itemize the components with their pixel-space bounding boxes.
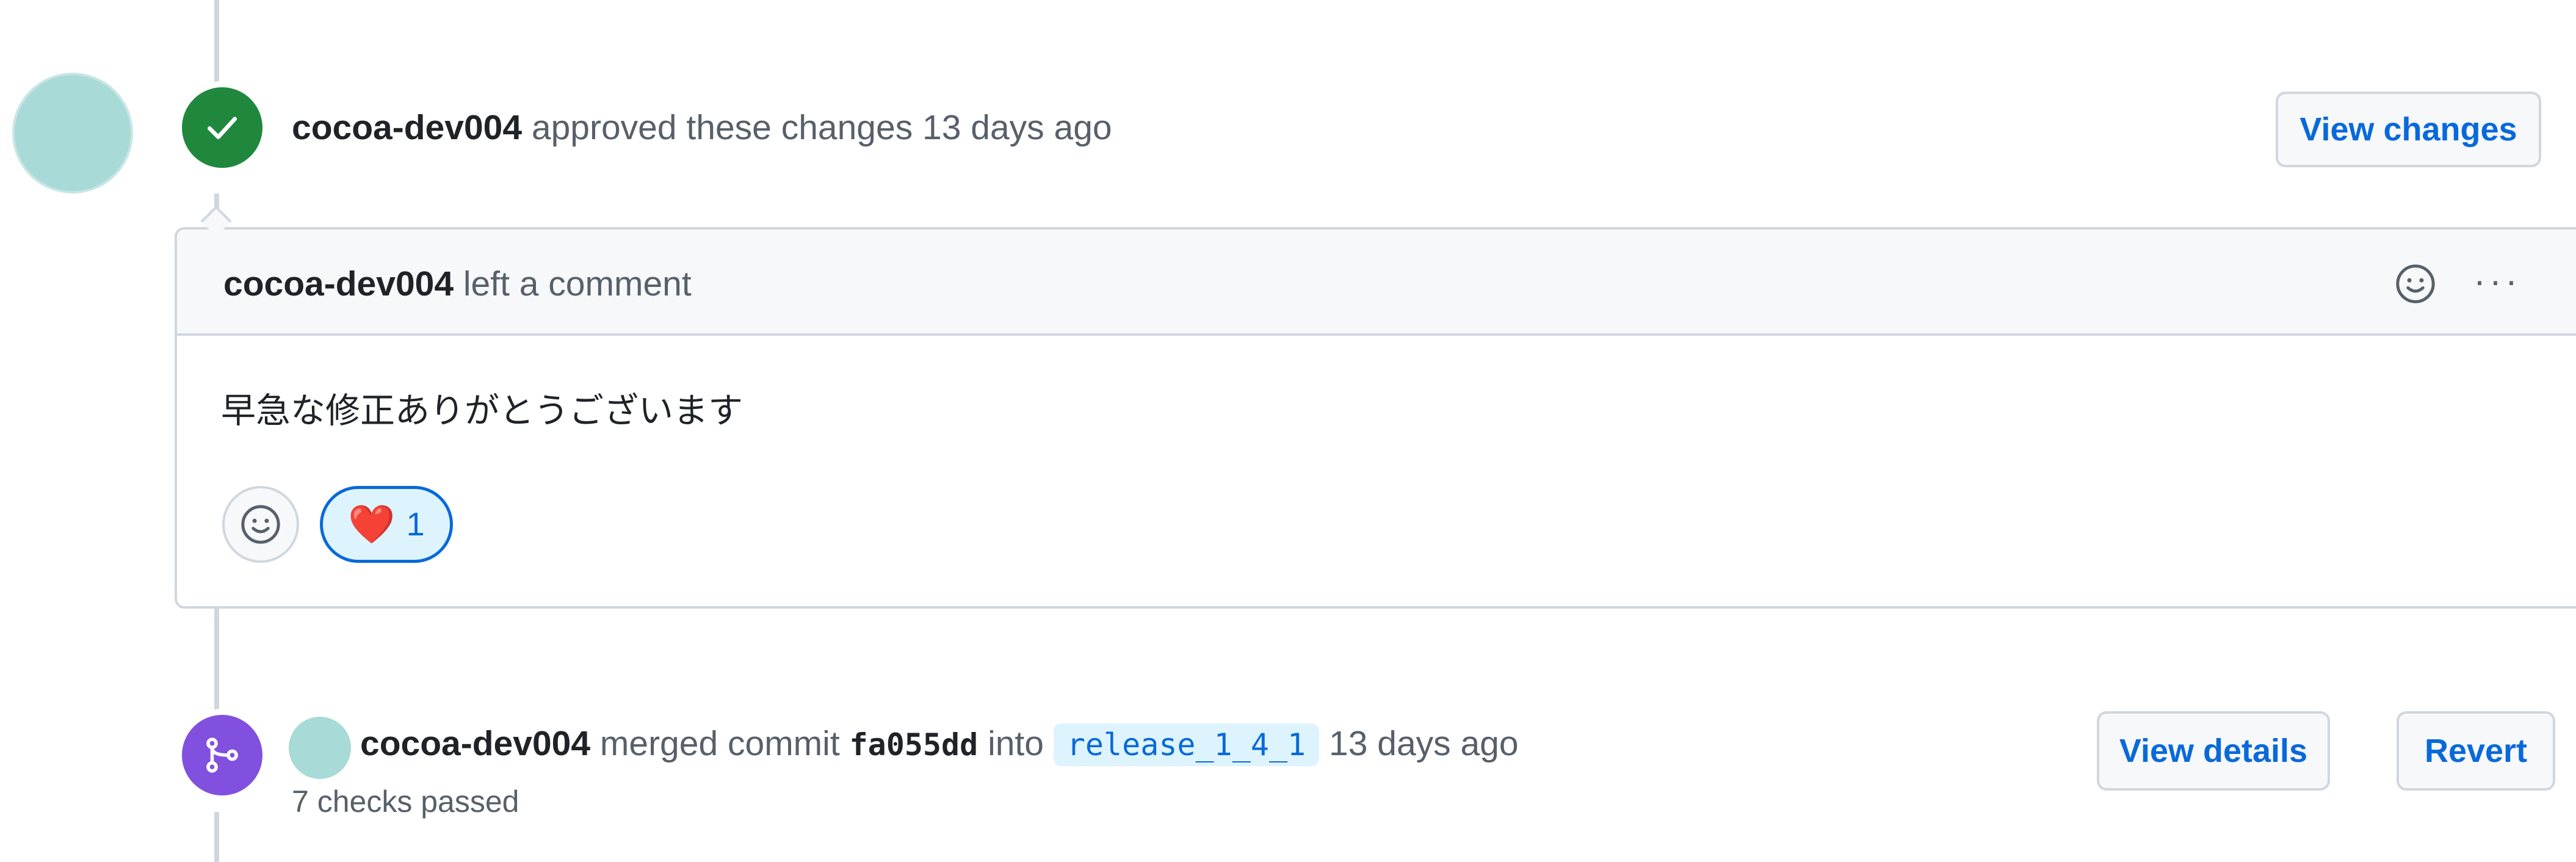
comment-author-link[interactable]: cocoa-dev004 xyxy=(223,264,454,303)
comment-header-label: left a comment xyxy=(463,264,692,303)
comment-header-text: cocoa-dev004 left a comment xyxy=(223,263,692,305)
reviewer-avatar[interactable] xyxy=(12,73,133,194)
smiley-icon xyxy=(2396,264,2435,303)
comment-body: 早急な修正ありがとうございます xyxy=(221,391,743,431)
branch-name[interactable]: release_1_4_1 xyxy=(1053,723,1320,766)
checks-status[interactable]: 7 checks passed xyxy=(292,782,519,821)
reaction-count: 1 xyxy=(406,506,425,543)
add-reaction-header-button[interactable] xyxy=(2394,263,2437,308)
smiley-icon xyxy=(241,505,280,544)
into-text: into xyxy=(988,724,1044,763)
merge-event-text: cocoa-dev004 merged commit fa055dd into … xyxy=(360,722,1519,766)
merged-text: merged commit xyxy=(599,724,840,763)
approved-badge xyxy=(176,81,269,174)
approval-time[interactable]: 13 days ago xyxy=(922,108,1112,147)
merger-avatar[interactable] xyxy=(289,717,351,779)
approval-action-text: approved these changes xyxy=(531,108,913,147)
kebab-horizontal-icon[interactable]: ··· xyxy=(2473,259,2521,302)
git-merge-icon xyxy=(206,737,238,773)
merge-author-link[interactable]: cocoa-dev004 xyxy=(360,724,590,763)
heart-reaction-button[interactable]: ❤️ 1 xyxy=(320,486,453,563)
revert-button[interactable]: Revert xyxy=(2397,711,2555,791)
approval-event-text: cocoa-dev004 approved these changes 13 d… xyxy=(292,106,1112,149)
approval-author-link[interactable]: cocoa-dev004 xyxy=(292,108,522,147)
view-details-button[interactable]: View details xyxy=(2097,711,2330,791)
merge-time[interactable]: 13 days ago xyxy=(1329,724,1519,763)
timeline-line xyxy=(214,812,219,862)
merged-badge xyxy=(176,709,269,802)
add-reaction-button[interactable] xyxy=(222,486,299,563)
timeline-line xyxy=(214,606,219,713)
view-changes-button[interactable]: View changes xyxy=(2276,92,2541,167)
commit-sha-link[interactable]: fa055dd xyxy=(850,727,979,762)
check-icon xyxy=(207,117,237,139)
heart-icon: ❤️ xyxy=(348,502,396,546)
